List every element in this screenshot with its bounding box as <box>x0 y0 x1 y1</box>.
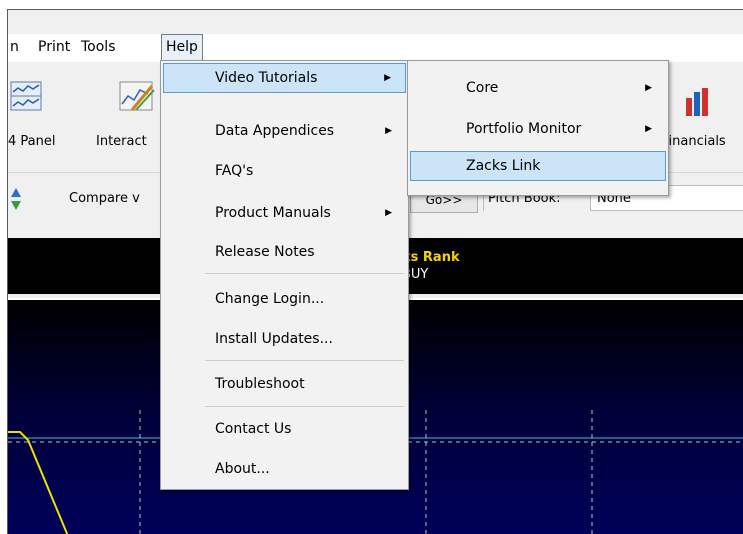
menu-video-tutorials-label: Video Tutorials <box>215 70 318 86</box>
submenu-arrow-icon: ▶ <box>645 83 652 93</box>
menu-about-label: About... <box>215 461 270 477</box>
menu-separator <box>205 406 404 407</box>
menu-bar: n Print Tools Help <box>8 34 743 62</box>
menu-faqs[interactable]: FAQ's <box>163 156 406 186</box>
menu-separator <box>205 273 404 274</box>
sort-arrows-icon[interactable] <box>10 187 22 215</box>
submenu-core[interactable]: Core ▶ <box>410 73 666 103</box>
video-tutorials-submenu: Core ▶ Portfolio Monitor ▶ Zacks Link <box>407 60 669 196</box>
submenu-zacks-link[interactable]: Zacks Link <box>410 151 666 181</box>
menu-troubleshoot-label: Troubleshoot <box>215 376 305 392</box>
menu-product-manuals-label: Product Manuals <box>215 205 331 221</box>
menu-data-appendices-label: Data Appendices <box>215 123 335 139</box>
menu-about[interactable]: About... <box>163 454 406 484</box>
menu-change-login-label: Change Login... <box>215 291 325 307</box>
four-panel-label[interactable]: 4 Panel <box>8 134 55 149</box>
financials-chart-icon[interactable] <box>684 86 712 122</box>
zacks-rank-title: ks Rank <box>402 250 460 265</box>
submenu-arrow-icon: ▶ <box>645 124 652 134</box>
submenu-arrow-icon: ▶ <box>385 126 392 136</box>
menu-contact-us-label: Contact Us <box>215 421 292 437</box>
four-panel-chart-icon[interactable] <box>10 80 42 116</box>
menu-install-updates[interactable]: Install Updates... <box>163 324 406 354</box>
submenu-core-label: Core <box>466 80 499 96</box>
compare-label: Compare v <box>69 191 140 206</box>
menu-video-tutorials[interactable]: Video Tutorials ▶ <box>163 63 406 93</box>
help-dropdown-menu: Video Tutorials ▶ Data Appendices ▶ FAQ'… <box>160 60 409 490</box>
menu-faqs-label: FAQ's <box>215 163 254 179</box>
menu-change-login[interactable]: Change Login... <box>163 284 406 314</box>
menu-item-help[interactable]: Help <box>161 34 203 62</box>
submenu-arrow-icon: ▶ <box>385 208 392 218</box>
menu-troubleshoot[interactable]: Troubleshoot <box>163 369 406 399</box>
submenu-arrow-icon: ▶ <box>384 73 391 83</box>
submenu-portfolio-monitor[interactable]: Portfolio Monitor ▶ <box>410 114 666 144</box>
submenu-zacks-link-label: Zacks Link <box>466 158 541 174</box>
menu-separator <box>205 360 404 361</box>
menu-release-notes[interactable]: Release Notes <box>163 237 406 267</box>
interactive-label[interactable]: Interact <box>96 134 147 149</box>
submenu-portfolio-monitor-label: Portfolio Monitor <box>466 121 582 137</box>
menu-product-manuals[interactable]: Product Manuals ▶ <box>163 198 406 228</box>
menu-item-partial[interactable]: n <box>8 34 23 60</box>
price-line <box>8 431 69 534</box>
menu-item-tools[interactable]: Tools <box>77 34 120 60</box>
menu-item-print[interactable]: Print <box>34 34 74 60</box>
menu-release-notes-label: Release Notes <box>215 244 315 260</box>
menu-contact-us[interactable]: Contact Us <box>163 414 406 444</box>
menu-install-updates-label: Install Updates... <box>215 331 333 347</box>
financials-label[interactable]: Financials <box>662 134 726 149</box>
interactive-chart-icon[interactable] <box>118 80 156 118</box>
menu-data-appendices[interactable]: Data Appendices ▶ <box>163 116 406 146</box>
